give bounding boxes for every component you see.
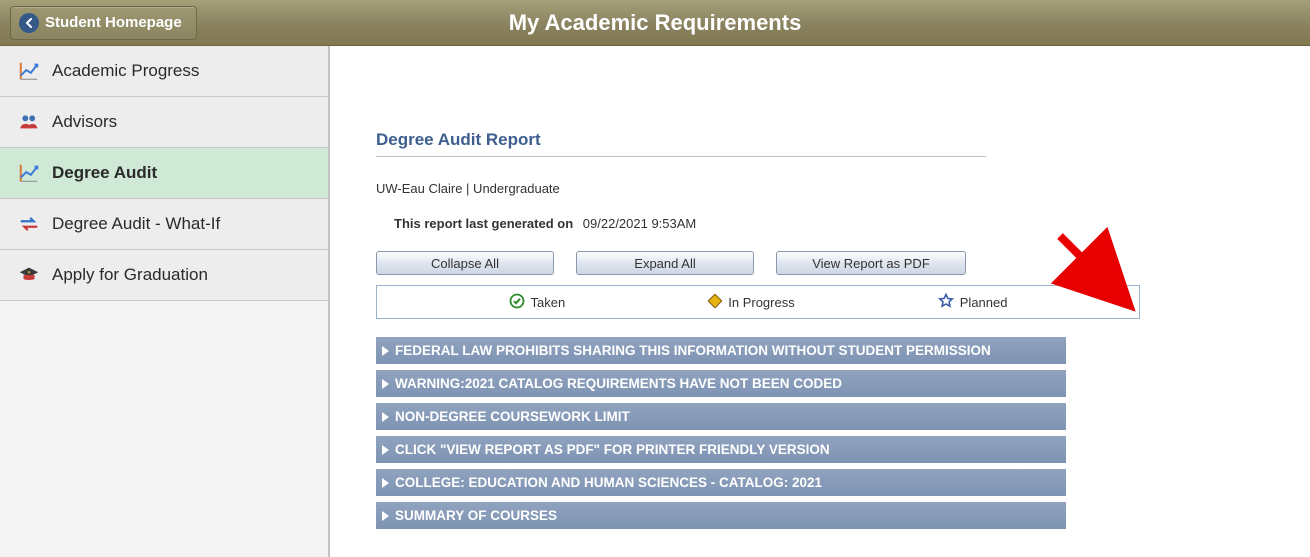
generated-prefix: This report last generated on — [394, 216, 573, 231]
swap-arrows-icon — [16, 213, 42, 235]
back-button-label: Student Homepage — [45, 14, 182, 31]
sidebar-item-academic-progress[interactable]: Academic Progress — [0, 46, 328, 97]
section-bar[interactable]: FEDERAL LAW PROHIBITS SHARING THIS INFOR… — [376, 337, 1066, 364]
sidebar-item-degree-audit-whatif[interactable]: Degree Audit - What-If — [0, 199, 328, 250]
action-button-row: Collapse All Expand All View Report as P… — [376, 251, 1280, 275]
check-circle-icon — [509, 293, 525, 312]
institution-line: UW-Eau Claire | Undergraduate — [376, 181, 1280, 196]
legend-in-progress-label: In Progress — [728, 295, 794, 310]
section-bar[interactable]: CLICK "VIEW REPORT AS PDF" FOR PRINTER F… — [376, 436, 1066, 463]
legend-taken: Taken — [509, 293, 566, 312]
expand-triangle-icon — [382, 379, 389, 389]
legend-planned-label: Planned — [960, 295, 1008, 310]
generated-timestamp: 09/22/2021 9:53AM — [583, 216, 696, 231]
chart-line-icon — [16, 60, 42, 82]
section-bar[interactable]: WARNING:2021 CATALOG REQUIREMENTS HAVE N… — [376, 370, 1066, 397]
graduation-cap-icon — [16, 264, 42, 286]
section-bar[interactable]: SUMMARY OF COURSES — [376, 502, 1066, 529]
section-bar-label: SUMMARY OF COURSES — [395, 508, 557, 523]
diamond-icon — [708, 294, 722, 311]
star-icon — [938, 293, 954, 312]
sidebar-item-label: Academic Progress — [52, 61, 199, 81]
people-icon — [16, 111, 42, 133]
expand-triangle-icon — [382, 412, 389, 422]
generated-line: This report last generated on 09/22/2021… — [394, 216, 1280, 231]
expand-triangle-icon — [382, 346, 389, 356]
sidebar-item-label: Degree Audit — [52, 163, 157, 183]
section-bar-label: FEDERAL LAW PROHIBITS SHARING THIS INFOR… — [395, 343, 991, 358]
main-content: Degree Audit Report UW-Eau Claire | Unde… — [330, 46, 1310, 557]
legend-in-progress: In Progress — [708, 294, 794, 311]
section-bar-label: COLLEGE: EDUCATION AND HUMAN SCIENCES - … — [395, 475, 822, 490]
expand-triangle-icon — [382, 478, 389, 488]
sidebar-item-degree-audit[interactable]: Degree Audit — [0, 148, 328, 199]
legend-planned: Planned — [938, 293, 1008, 312]
expand-triangle-icon — [382, 511, 389, 521]
section-bar-label: CLICK "VIEW REPORT AS PDF" FOR PRINTER F… — [395, 442, 830, 457]
expand-triangle-icon — [382, 445, 389, 455]
section-bar-label: WARNING:2021 CATALOG REQUIREMENTS HAVE N… — [395, 376, 842, 391]
back-arrow-icon — [19, 13, 39, 33]
legend-taken-label: Taken — [531, 295, 566, 310]
sidebar: Academic Progress Advisors Degree Audit … — [0, 46, 330, 557]
sidebar-item-apply-graduation[interactable]: Apply for Graduation — [0, 250, 328, 301]
chart-line-icon — [16, 162, 42, 184]
sidebar-item-label: Advisors — [52, 112, 117, 132]
back-button[interactable]: Student Homepage — [10, 6, 197, 40]
sidebar-item-label: Apply for Graduation — [52, 265, 208, 285]
section-bar-label: NON-DEGREE COURSEWORK LIMIT — [395, 409, 630, 424]
app-header: Student Homepage My Academic Requirement… — [0, 0, 1310, 46]
expand-all-button[interactable]: Expand All — [576, 251, 754, 275]
section-bar[interactable]: COLLEGE: EDUCATION AND HUMAN SCIENCES - … — [376, 469, 1066, 496]
sidebar-item-label: Degree Audit - What-If — [52, 214, 220, 234]
section-title: Degree Audit Report — [376, 130, 986, 157]
annotation-arrow-icon — [1050, 226, 1160, 336]
sidebar-item-advisors[interactable]: Advisors — [0, 97, 328, 148]
legend: Taken In Progress Planned — [376, 285, 1140, 319]
section-bar[interactable]: NON-DEGREE COURSEWORK LIMIT — [376, 403, 1066, 430]
view-report-pdf-button[interactable]: View Report as PDF — [776, 251, 966, 275]
collapse-all-button[interactable]: Collapse All — [376, 251, 554, 275]
